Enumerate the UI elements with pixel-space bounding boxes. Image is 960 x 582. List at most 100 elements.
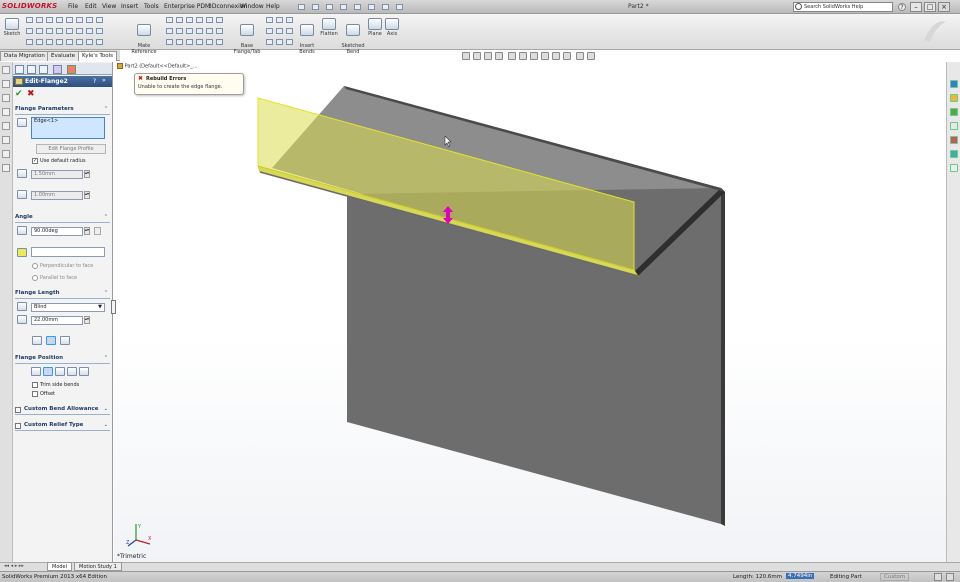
angle-header[interactable]: Angle ⌃ [15,214,110,223]
select-face-box[interactable] [31,247,105,257]
radius-spinner[interactable]: ▴▾ [84,170,90,178]
edit-flange-profile-button[interactable]: Edit Flange Profile [36,144,106,154]
sketch-button[interactable]: Sketch [2,16,22,48]
extrude-icon[interactable] [166,17,173,23]
close-button[interactable]: × [938,2,950,12]
menu-view[interactable]: View [102,3,116,10]
panel-resize-handle[interactable] [111,300,116,314]
drag-handle-icon[interactable] [442,206,454,224]
help-status-icon[interactable] [946,573,954,581]
cut-icon[interactable] [166,28,173,34]
trim-side-bends-checkbox[interactable] [32,382,38,388]
property-tab-icon[interactable] [27,65,36,74]
view-orientation-icon[interactable] [508,52,516,60]
menu-edit[interactable]: Edit [85,3,97,10]
tab-evaluate[interactable]: Evaluate [47,51,80,61]
help-icon[interactable]: ? [898,3,906,11]
shell-icon[interactable] [186,28,193,34]
chamfer-icon[interactable] [86,17,93,23]
edge-selection-box[interactable]: Edge<1> [31,117,105,139]
sheet-metal-part[interactable] [114,62,946,562]
open-icon[interactable] [312,4,319,10]
gap-spinner[interactable]: ▴▾ [84,191,90,199]
section-view-icon[interactable] [495,52,503,60]
edge-flange-icon[interactable] [266,28,273,34]
ok-check-icon[interactable]: ✔ [15,89,23,99]
text-icon[interactable] [96,17,103,23]
screen-capture-icon[interactable] [587,52,595,60]
offset-icon[interactable] [86,28,93,34]
extend-icon[interactable] [76,28,83,34]
apply-scene-icon[interactable] [552,52,560,60]
solidworks-logo[interactable]: SOLIDWORKS [2,2,57,12]
realview-icon[interactable] [563,52,571,60]
axis-button[interactable]: Axis [384,16,400,48]
maximize-button[interactable]: □ [924,2,936,12]
bend-radius-field[interactable]: 1.50mm [31,170,83,179]
new-icon[interactable] [298,4,305,10]
reverse-direction-icon[interactable] [17,302,27,311]
expand-icon[interactable]: ⌄ [104,406,108,412]
tangent-to-bend-icon[interactable] [79,367,89,376]
collapse-icon[interactable]: ⌃ [104,106,108,112]
lock-icon[interactable] [94,227,101,235]
draft-icon[interactable] [196,28,203,34]
mirror-feature-icon[interactable] [186,39,193,45]
gap-distance-field[interactable]: 1.00mm [31,191,83,200]
menu-insert[interactable]: Insert [121,3,138,10]
feature-manager-icon[interactable] [2,66,10,74]
miter-flange-icon[interactable] [266,17,273,23]
solidworks-resources-icon[interactable] [950,80,958,88]
line-icon[interactable] [26,17,33,23]
tangent-bend-icon[interactable] [60,336,70,345]
menu-help[interactable]: Help [266,3,280,10]
print-icon[interactable] [340,4,347,10]
feature-tree-flyout[interactable]: Part2 (Default<<Default>_... [117,63,198,70]
dimxpert-icon[interactable] [2,108,10,116]
inner-virtual-sharp-icon[interactable] [46,336,56,345]
hide-show-icon[interactable] [530,52,538,60]
flange-length-field[interactable]: 22.00mm [31,316,83,325]
relation-icon[interactable] [36,39,43,45]
custom-relief-type-header[interactable]: Custom Relief Type ⌄ [15,422,110,431]
collapse-icon[interactable]: ⌃ [104,355,108,361]
save-icon[interactable] [326,4,333,10]
material-outside-icon[interactable] [43,367,53,376]
reference-geometry-icon[interactable] [206,39,213,45]
mate-reference-button[interactable]: Mate Reference [128,16,160,55]
custom-bend-allowance-header[interactable]: Custom Bend Allowance ⌄ [15,406,110,415]
spline-icon[interactable] [66,17,73,23]
config-tab-icon[interactable] [39,65,48,74]
menu-tools[interactable]: Tools [144,3,159,10]
pattern-icon[interactable] [46,39,53,45]
options-icon[interactable] [396,4,403,10]
minimize-button[interactable]: – [910,2,922,12]
property-manager-icon[interactable] [2,80,10,88]
display-style-icon[interactable] [519,52,527,60]
revolve-icon[interactable] [176,17,183,23]
cam-icon[interactable] [2,136,10,144]
jog-icon[interactable] [286,17,293,23]
feature-tree-tab-icon[interactable] [15,65,24,74]
flange-position-header[interactable]: Flange Position ⌃ [15,355,110,364]
tab-model[interactable]: Model [47,562,73,571]
end-condition-select[interactable]: Blind ▼ [31,303,105,312]
flange-length-header[interactable]: Flange Length ⌃ [15,290,110,299]
help-question-icon[interactable]: ? [93,78,96,85]
hole-icon[interactable] [216,17,223,23]
design-library-icon[interactable] [950,94,958,102]
flange-parameters-header[interactable]: Flange Parameters ⌃ [15,106,110,115]
arc-icon[interactable] [56,17,63,23]
hem-icon[interactable] [276,17,283,23]
undo-icon[interactable] [354,4,361,10]
menu-file[interactable]: File [68,3,78,10]
mirror-icon[interactable] [96,28,103,34]
view-settings-icon[interactable] [576,52,584,60]
file-explorer-icon[interactable] [950,108,958,116]
base-flange-button[interactable]: Base Flange/Tab [232,16,262,55]
linear-pattern-icon[interactable] [166,39,173,45]
perpendicular-radio[interactable] [32,263,38,269]
bend-outside-icon[interactable] [55,367,65,376]
rip-icon[interactable] [266,39,273,45]
insert-bends-button[interactable]: Insert Bends [296,16,318,55]
